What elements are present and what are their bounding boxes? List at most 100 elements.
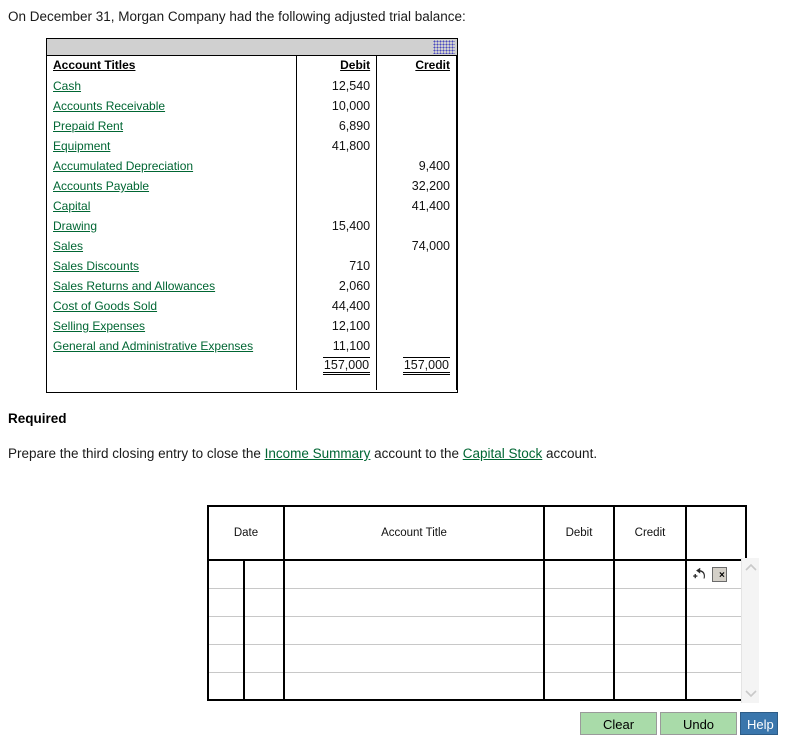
link-income-summary[interactable]: Income Summary [265,446,371,461]
journal-header-row: Date Account Title Debit Credit [208,506,746,561]
date-cell-day[interactable] [243,644,284,673]
form-button-bar: Clear Undo Help [580,712,778,735]
table-row: Cash 12,540 [47,76,457,96]
debit-input-cell[interactable] [543,644,614,673]
credit-input-cell[interactable] [613,588,686,617]
journal-entry-rows: × [208,560,746,700]
journal-header-tools [685,506,746,561]
table-row: Capital 41,400 [47,196,457,216]
filler-cell [376,376,457,390]
journal-scrollbar[interactable] [741,558,759,703]
account-title-cell: Sales Returns and Allowances [47,276,297,296]
date-cell-month[interactable] [208,560,244,589]
exercise-page: On December 31, Morgan Company had the f… [0,0,787,743]
account-title-cell: Selling Expenses [47,316,297,336]
account-link[interactable]: Capital [53,199,90,213]
credit-input-cell[interactable] [613,672,686,700]
required-text-part2: account to the [370,446,463,461]
account-link[interactable]: Selling Expenses [53,319,145,333]
table-row: Sales Returns and Allowances 2,060 [47,276,457,296]
trial-balance-panel: Account Titles Debit Credit Cash 12,540 Ac… [46,38,458,393]
clear-button[interactable]: Clear [580,712,657,735]
credit-cell [376,96,457,116]
undo-button[interactable]: Undo [660,712,737,735]
table-row: Sales 74,000 [47,236,457,256]
account-link[interactable]: Cost of Goods Sold [53,299,157,313]
debit-input-cell[interactable] [543,560,614,589]
account-title-cell: Cash [47,76,297,96]
credit-cell: 41,400 [376,196,457,216]
trial-balance-body: Account Titles Debit Credit Cash 12,540 Ac… [47,56,457,392]
debit-input-cell[interactable] [543,672,614,700]
journal-row [208,588,746,617]
date-cell-month[interactable] [208,644,244,673]
required-heading: Required [8,411,67,426]
debit-cell: 11,100 [296,336,378,356]
row-tools-cell [685,588,746,617]
account-link[interactable]: Prepaid Rent [53,119,123,133]
account-link[interactable]: Sales Returns and Allowances [53,279,215,293]
journal-header-account-title: Account Title [283,506,544,561]
table-row: Drawing 15,400 [47,216,457,236]
date-cell-day[interactable] [243,616,284,645]
debit-input-cell[interactable] [543,588,614,617]
header-account-titles: Account Titles [47,56,297,76]
account-title-input-cell[interactable] [283,644,544,673]
account-link[interactable]: General and Administrative Expenses [53,339,253,353]
account-link[interactable]: Accounts Payable [53,179,149,193]
date-cell-month[interactable] [208,616,244,645]
header-credit-label: Credit [415,58,450,72]
credit-cell: 74,000 [376,236,457,256]
credit-input-cell[interactable] [613,560,686,589]
debit-input-cell[interactable] [543,616,614,645]
debit-cell [296,176,378,196]
debit-cell: 6,890 [296,116,378,136]
account-link[interactable]: Equipment [53,139,110,153]
account-title-cell: Prepaid Rent [47,116,297,136]
journal-entry-table: Date Account Title Debit Credit × [207,505,747,701]
account-title-input-cell[interactable] [283,588,544,617]
credit-input-cell[interactable] [613,616,686,645]
account-title-input-cell[interactable] [283,616,544,645]
table-row: Prepaid Rent 6,890 [47,116,457,136]
account-link[interactable]: Cash [53,79,81,93]
date-cell-day[interactable] [243,560,284,589]
delete-row-button[interactable]: × [712,566,727,582]
journal-row [208,644,746,673]
date-cell-month[interactable] [208,672,244,700]
debit-cell [296,196,378,216]
totals-row: 157,000 157,000 [47,356,457,376]
table-row: Accounts Payable 32,200 [47,176,457,196]
resize-grip-icon[interactable] [433,40,455,54]
help-button[interactable]: Help [740,712,778,735]
trial-balance-titlebar [47,39,457,56]
debit-cell: 44,400 [296,296,378,316]
account-link[interactable]: Sales [53,239,83,253]
required-text: Prepare the third closing entry to close… [8,444,708,463]
account-title-cell: Sales [47,236,297,256]
totals-credit-cell: 157,000 [376,356,457,376]
credit-cell [376,256,457,276]
account-link[interactable]: Accounts Receivable [53,99,165,113]
date-cell-day[interactable] [243,588,284,617]
account-link[interactable]: Drawing [53,219,97,233]
totals-label-cell [47,356,297,376]
date-cell-month[interactable] [208,588,244,617]
credit-cell: 32,200 [376,176,457,196]
account-title-input-cell[interactable] [283,672,544,700]
credit-cell [376,136,457,156]
undo-row-icon[interactable] [692,567,708,582]
credit-input-cell[interactable] [613,644,686,673]
table-row: Sales Discounts 710 [47,256,457,276]
link-capital-stock[interactable]: Capital Stock [463,446,543,461]
scroll-up-arrow-icon[interactable] [744,562,758,574]
account-title-cell: Drawing [47,216,297,236]
scroll-down-arrow-icon[interactable] [744,687,758,699]
account-title-input-cell[interactable] [283,560,544,589]
header-debit-label: Debit [340,58,371,72]
account-link[interactable]: Accumulated Depreciation [53,159,193,173]
credit-cell [376,216,457,236]
account-link[interactable]: Sales Discounts [53,259,139,273]
date-cell-day[interactable] [243,672,284,700]
intro-text: On December 31, Morgan Company had the f… [8,9,466,24]
